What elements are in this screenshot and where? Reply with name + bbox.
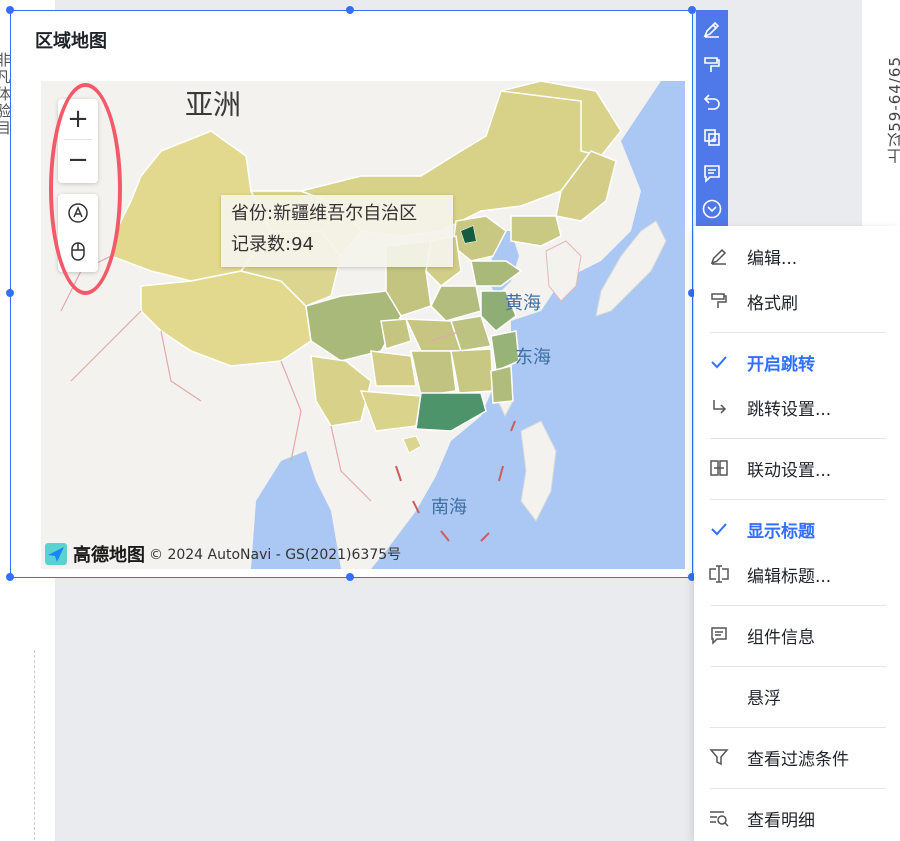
link-icon [708, 457, 730, 479]
menu-item-label: 悬浮 [747, 688, 781, 709]
menu-item-edit[interactable]: 编辑... [694, 236, 900, 276]
menu-item-label: 开启跳转 [747, 354, 815, 375]
compass-icon [68, 203, 88, 223]
zoom-out-button[interactable]: − [58, 140, 98, 180]
zoom-control: + − [58, 99, 98, 183]
toolbar-comment-button[interactable] [696, 156, 728, 190]
label-south-sea: 南海 [431, 497, 467, 518]
component-title: 区域地图 [35, 31, 107, 52]
compass-button[interactable] [58, 194, 98, 232]
format-brush-icon [704, 57, 720, 72]
province-liaoning [510, 215, 562, 247]
menu-item-view-details[interactable]: 查看明细 [694, 798, 900, 838]
hainan [402, 435, 422, 454]
menu-item-edit-title[interactable]: 编辑标题... [694, 554, 900, 594]
menu-item-label: 格式刷 [747, 293, 798, 314]
undo-icon [703, 94, 720, 110]
label-asia: 亚洲 [185, 88, 242, 121]
resize-handle-bottom-left[interactable] [6, 573, 14, 581]
amap-logo-text: 高德地图 [73, 545, 145, 566]
menu-item-show-title[interactable]: 显示标题 [694, 509, 900, 549]
resize-handle-top-left[interactable] [6, 6, 14, 14]
menu-divider [710, 666, 886, 667]
amap-logo-icon [45, 543, 67, 565]
zoom-in-button[interactable]: + [58, 99, 98, 139]
more-icon [702, 199, 722, 219]
tooltip-record-count: 记录数:94 [231, 234, 314, 255]
label-yellow-sea: 黄海 [505, 293, 541, 314]
right-vertical-text: 上以59-64/65 [886, 56, 900, 164]
pencil-icon [708, 245, 730, 267]
menu-divider [710, 727, 886, 728]
jump-arrow-icon [708, 396, 730, 418]
map-canvas [60, 81, 685, 569]
edit-title-icon [708, 563, 730, 585]
province-guangxi [359, 390, 422, 432]
detail-icon [708, 807, 730, 829]
format-brush-icon [708, 290, 730, 312]
resize-handle-left[interactable] [6, 289, 14, 297]
province-jiangxi [450, 348, 494, 394]
mouse-icon [71, 242, 85, 261]
menu-divider [710, 332, 886, 333]
check-icon [708, 351, 730, 373]
resize-handle-bottom[interactable] [346, 573, 354, 581]
filter-icon [708, 746, 730, 768]
menu-item-label: 查看明细 [747, 810, 815, 831]
component-context-menu: 编辑... 格式刷 开启跳转 跳转设置... 联动设置... 显示标题 编辑标题… [694, 226, 900, 841]
component-toolbar [696, 10, 728, 227]
copy-icon [704, 129, 720, 146]
edit-icon [703, 21, 720, 38]
check-icon [708, 518, 730, 540]
menu-item-enable-jump[interactable]: 开启跳转 [694, 342, 900, 382]
region-map-component[interactable]: 区域地图 亚洲 黄海 东海 南海 省份:新疆维吾尔自治区 记录数:94 + − … [6, 6, 696, 581]
province-hunan [410, 350, 457, 397]
menu-divider [710, 788, 886, 789]
map-attribution: 高德地图 © 2024 AutoNavi - GS(2021)6375号 [45, 541, 401, 567]
toolbar-more-button[interactable] [696, 192, 728, 226]
toolbar-format-brush-button[interactable] [696, 48, 728, 82]
menu-item-component-info[interactable]: 组件信息 [694, 615, 900, 655]
menu-item-float[interactable]: 悬浮 [694, 676, 900, 716]
label-east-sea: 东海 [515, 347, 551, 368]
toolbar-undo-button[interactable] [696, 84, 728, 118]
province-henan [430, 285, 482, 322]
menu-item-label: 显示标题 [747, 521, 815, 542]
menu-divider [710, 499, 886, 500]
toolbar-copy-button[interactable] [696, 120, 728, 154]
province-guizhou [370, 350, 417, 387]
comment-icon [704, 165, 720, 183]
menu-divider [710, 438, 886, 439]
attribution-text: © 2024 AutoNavi - GS(2021)6375号 [149, 547, 402, 563]
menu-item-format-brush[interactable]: 格式刷 [694, 281, 900, 321]
menu-item-label: 编辑... [747, 248, 798, 269]
menu-item-jump-settings[interactable]: 跳转设置... [694, 387, 900, 427]
region-map[interactable]: 亚洲 黄海 东海 南海 省份:新疆维吾尔自治区 记录数:94 + − 高德地图 … [41, 81, 685, 569]
menu-item-label: 跳转设置... [747, 399, 832, 420]
resize-handle-top-right[interactable] [688, 6, 696, 14]
menu-divider [710, 605, 886, 606]
left-dashed-guide [34, 650, 35, 840]
mouse-mode-button[interactable] [58, 232, 98, 270]
map-tooltip: 省份:新疆维吾尔自治区 记录数:94 [221, 195, 453, 267]
province-fujian [490, 365, 514, 404]
menu-item-label: 组件信息 [747, 627, 815, 648]
province-chongqing [380, 318, 412, 350]
info-comment-icon [708, 624, 730, 646]
toolbar-edit-button[interactable] [696, 12, 728, 46]
tooltip-province: 省份:新疆维吾尔自治区 [231, 203, 418, 224]
menu-item-label: 编辑标题... [747, 566, 832, 587]
resize-handle-top[interactable] [346, 6, 354, 14]
menu-item-label: 查看过滤条件 [747, 749, 849, 770]
menu-item-label: 联动设置... [747, 460, 832, 481]
map-tool-control [58, 194, 98, 272]
menu-item-view-filters[interactable]: 查看过滤条件 [694, 737, 900, 777]
menu-item-linkage-settings[interactable]: 联动设置... [694, 448, 900, 488]
